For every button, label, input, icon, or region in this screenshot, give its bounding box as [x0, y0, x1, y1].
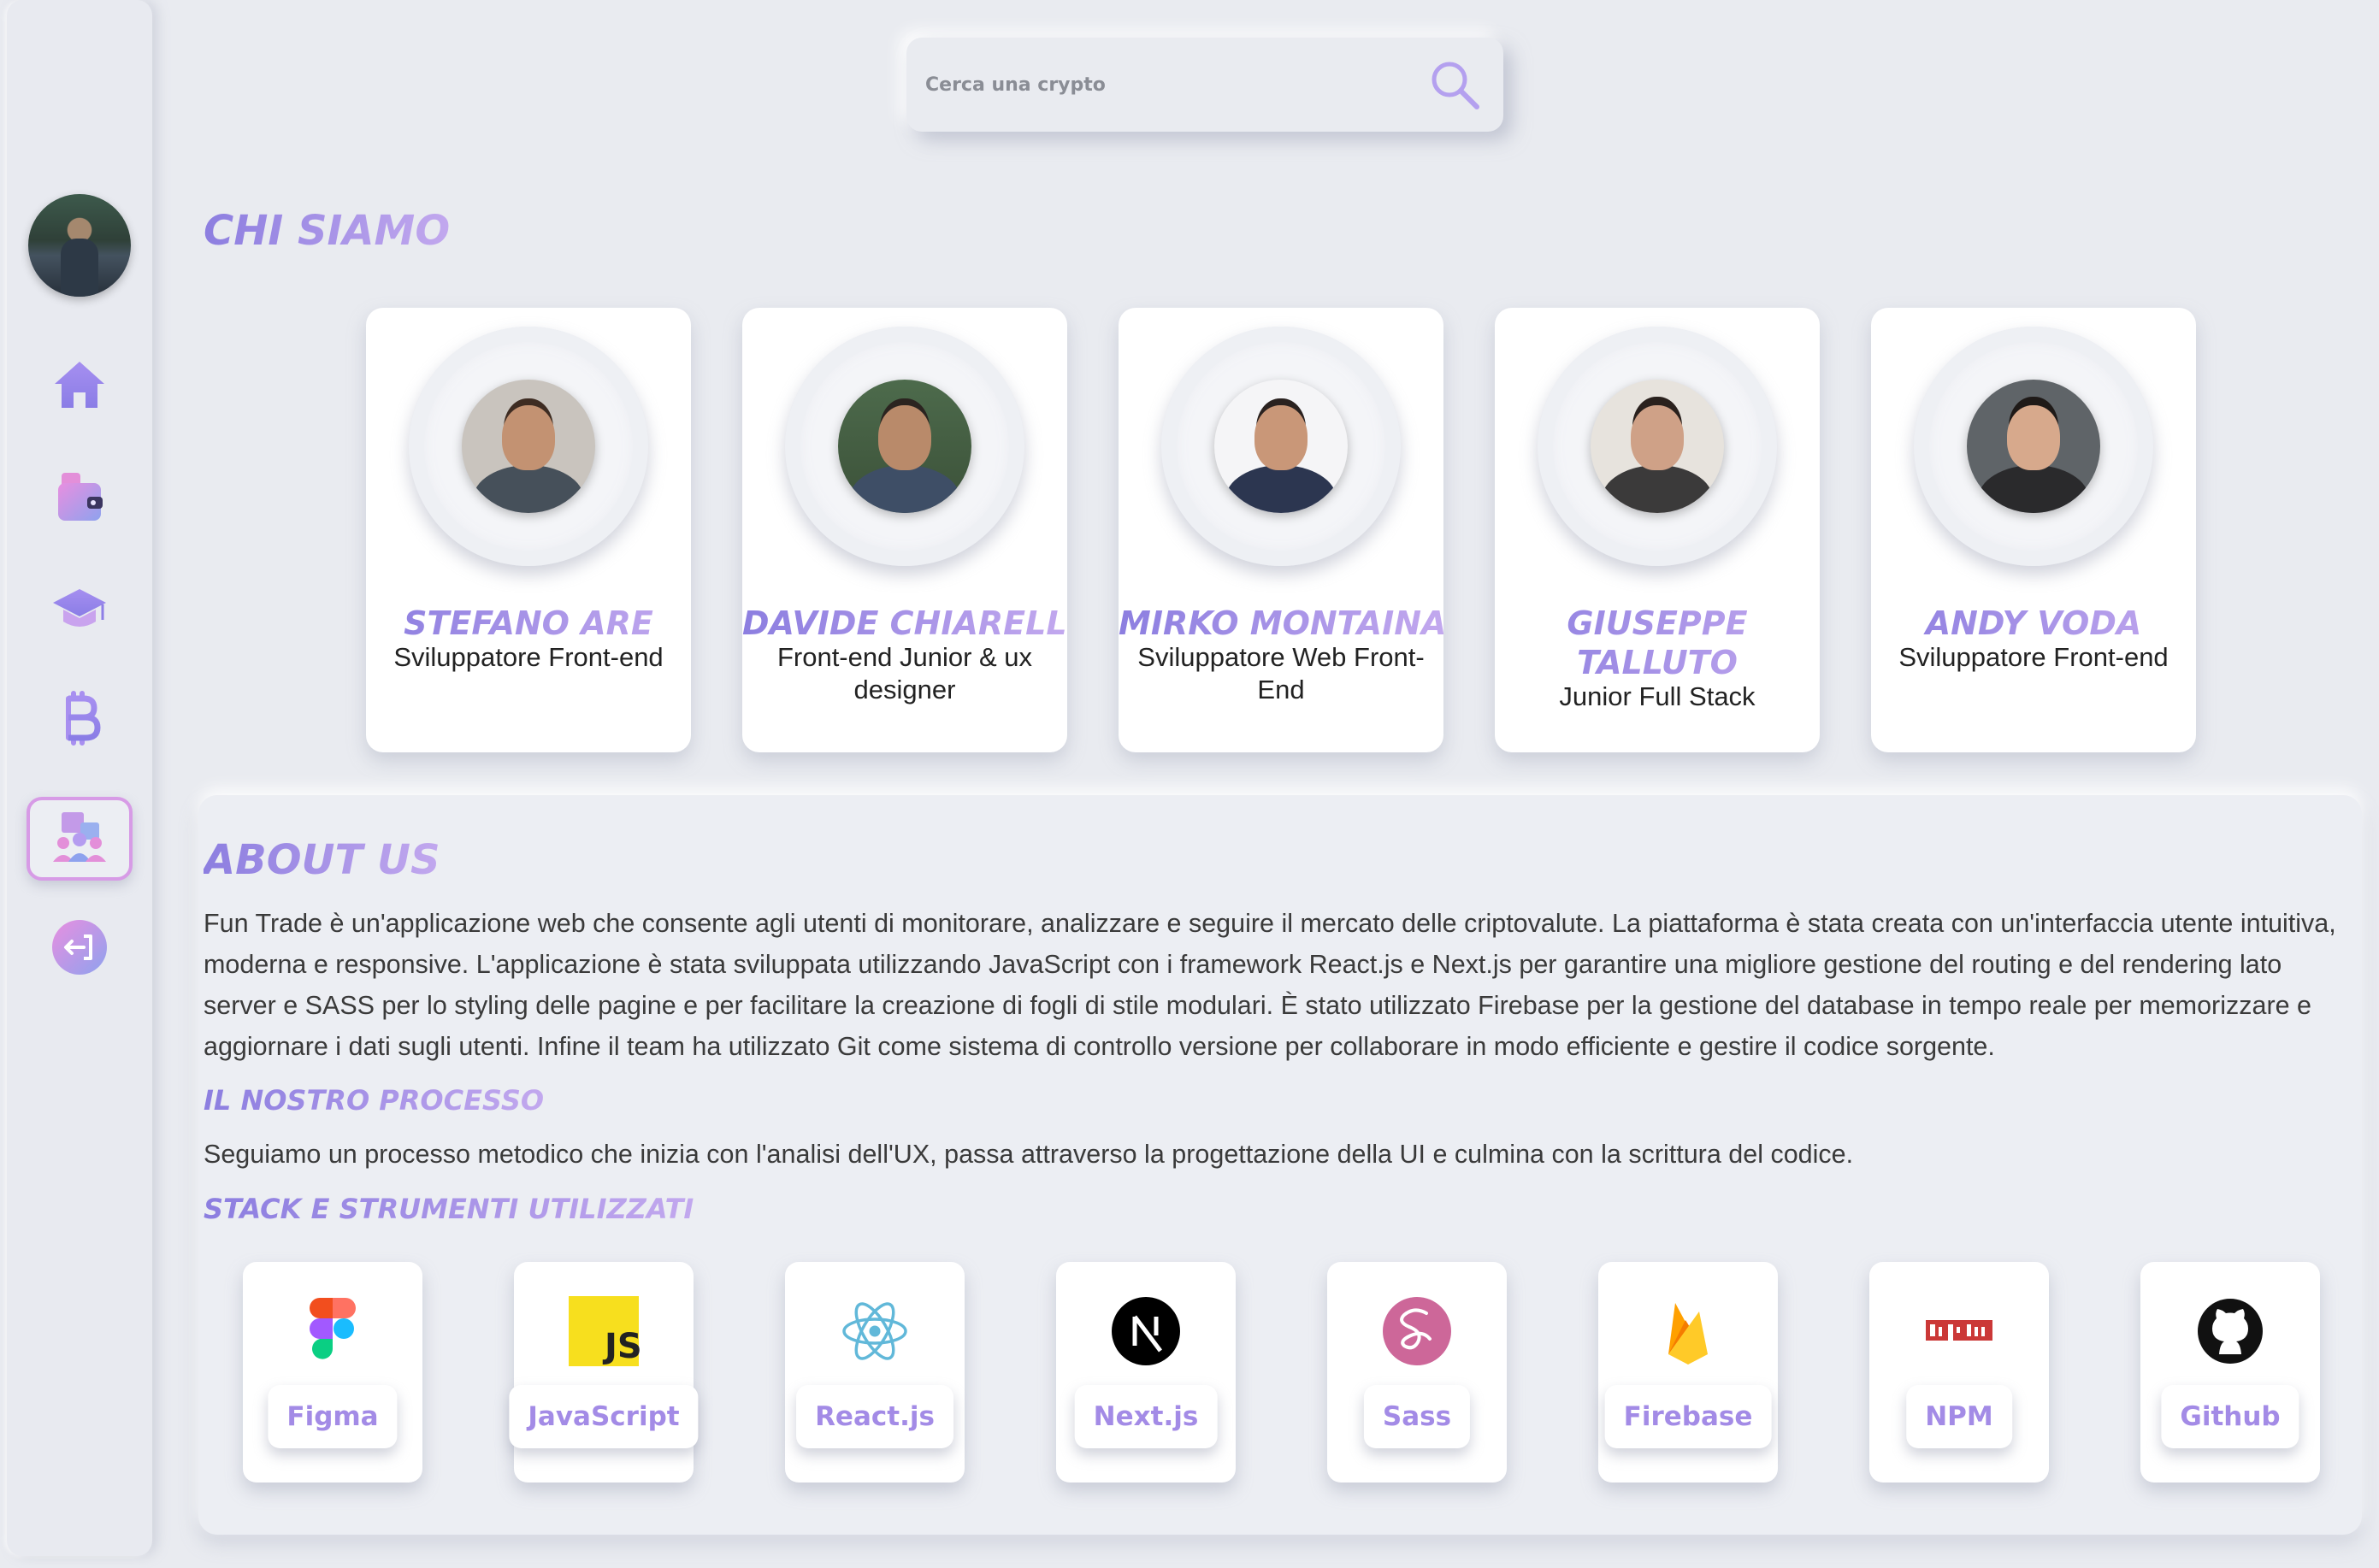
search-bar — [906, 38, 1503, 132]
member-photo — [1967, 380, 2100, 513]
member-photo — [1214, 380, 1348, 513]
member-name: GIUSEPPE TALLUTO — [1495, 604, 1820, 682]
nav-wallet[interactable] — [7, 453, 152, 539]
tool-label: Figma — [268, 1385, 398, 1448]
avatar-ring — [409, 327, 648, 566]
member-name: STEFANO ARE — [366, 604, 691, 643]
tool-label: Github — [2161, 1385, 2299, 1448]
member-role: Sviluppatore Front-end — [393, 642, 664, 672]
tool-label: Next.js — [1074, 1385, 1218, 1448]
tool-card-react[interactable]: React.js — [785, 1262, 965, 1483]
about-description: Fun Trade è un'applicazione web che cons… — [204, 909, 2336, 1061]
bitcoin-icon — [66, 691, 101, 746]
avatar-ring — [1538, 327, 1777, 566]
tool-card-github[interactable]: Github — [2140, 1262, 2320, 1483]
nav-team[interactable] — [7, 792, 152, 886]
team-member-card: STEFANO ARE Sviluppatore Front-end — [366, 308, 691, 752]
sidebar — [7, 0, 152, 1556]
avatar-image — [28, 194, 131, 297]
github-icon — [2198, 1299, 2263, 1364]
tool-card-firebase[interactable]: Firebase — [1598, 1262, 1778, 1483]
avatar-ring — [1161, 327, 1401, 566]
tool-card-sass[interactable]: Sass — [1327, 1262, 1507, 1483]
tool-label: JavaScript — [509, 1385, 699, 1448]
tool-card-figma[interactable]: Figma — [243, 1262, 422, 1483]
tool-label: NPM — [1906, 1385, 2012, 1448]
member-role: Sviluppatore Web Front-End — [1137, 642, 1425, 704]
sass-icon — [1383, 1297, 1451, 1365]
nav-logout[interactable] — [7, 905, 152, 990]
tool-card-javascript[interactable]: JS JavaScript — [509, 1262, 699, 1483]
tool-card-nextjs[interactable]: Next.js — [1056, 1262, 1236, 1483]
nav-crypto[interactable] — [7, 675, 152, 761]
waveform-logo-icon — [36, 40, 123, 138]
app-logo[interactable] — [7, 34, 152, 145]
search-input[interactable] — [925, 74, 1425, 96]
logout-icon — [52, 920, 107, 975]
npm-icon — [1926, 1320, 1992, 1341]
nav-home[interactable] — [7, 342, 152, 427]
tool-label: Sass — [1363, 1385, 1471, 1448]
user-avatar[interactable] — [7, 192, 152, 298]
tool-card-npm[interactable]: NPM — [1869, 1262, 2049, 1483]
process-title: IL NOSTRO PROCESSO — [204, 1084, 545, 1117]
team-section-title: CHI SIAMO — [204, 207, 451, 255]
member-name: ANDY VODA — [1871, 604, 2196, 643]
wallet-icon — [58, 473, 103, 521]
svg-text:JS: JS — [602, 1327, 640, 1366]
nav-team-active — [27, 797, 133, 881]
search-button[interactable] — [1425, 55, 1485, 115]
search-icon — [1432, 62, 1479, 109]
member-photo — [838, 380, 971, 513]
team-member-card: GIUSEPPE TALLUTO Junior Full Stack — [1495, 308, 1820, 752]
team-icon — [53, 812, 106, 862]
process-description: Seguiamo un processo metodico che inizia… — [204, 1140, 1854, 1169]
firebase-icon — [1668, 1303, 1708, 1365]
avatar-ring — [1914, 327, 2153, 566]
home-icon — [55, 362, 104, 408]
nav-academy[interactable] — [7, 564, 152, 650]
nextjs-icon — [1112, 1297, 1180, 1365]
stack-title: STACK E STRUMENTI UTILIZZATI — [204, 1193, 694, 1225]
member-photo — [462, 380, 595, 513]
member-role: Front-end Junior & ux designer — [776, 642, 1033, 704]
member-role: Sviluppatore Front-end — [1898, 642, 2169, 672]
team-member-card: MIRKO MONTAINA Sviluppatore Web Front-En… — [1119, 308, 1447, 752]
team-member-card: ANDY VODA Sviluppatore Front-end — [1871, 308, 2196, 752]
about-title: ABOUT US — [204, 836, 440, 884]
team-member-card: DAVIDE CHIARELLI Front-end Junior & ux d… — [742, 308, 1079, 752]
tool-label: Firebase — [1604, 1385, 1772, 1448]
member-role: Junior Full Stack — [1559, 681, 1756, 711]
member-name: MIRKO MONTAINA — [1119, 604, 1447, 642]
tool-label: React.js — [796, 1385, 953, 1448]
member-name: DAVIDE CHIARELLI — [742, 604, 1079, 642]
avatar-ring — [785, 327, 1024, 566]
member-photo — [1591, 380, 1724, 513]
figma-icon — [310, 1298, 356, 1359]
javascript-icon: JS — [569, 1296, 640, 1366]
graduation-cap-icon — [53, 589, 106, 627]
react-icon — [842, 1302, 907, 1360]
